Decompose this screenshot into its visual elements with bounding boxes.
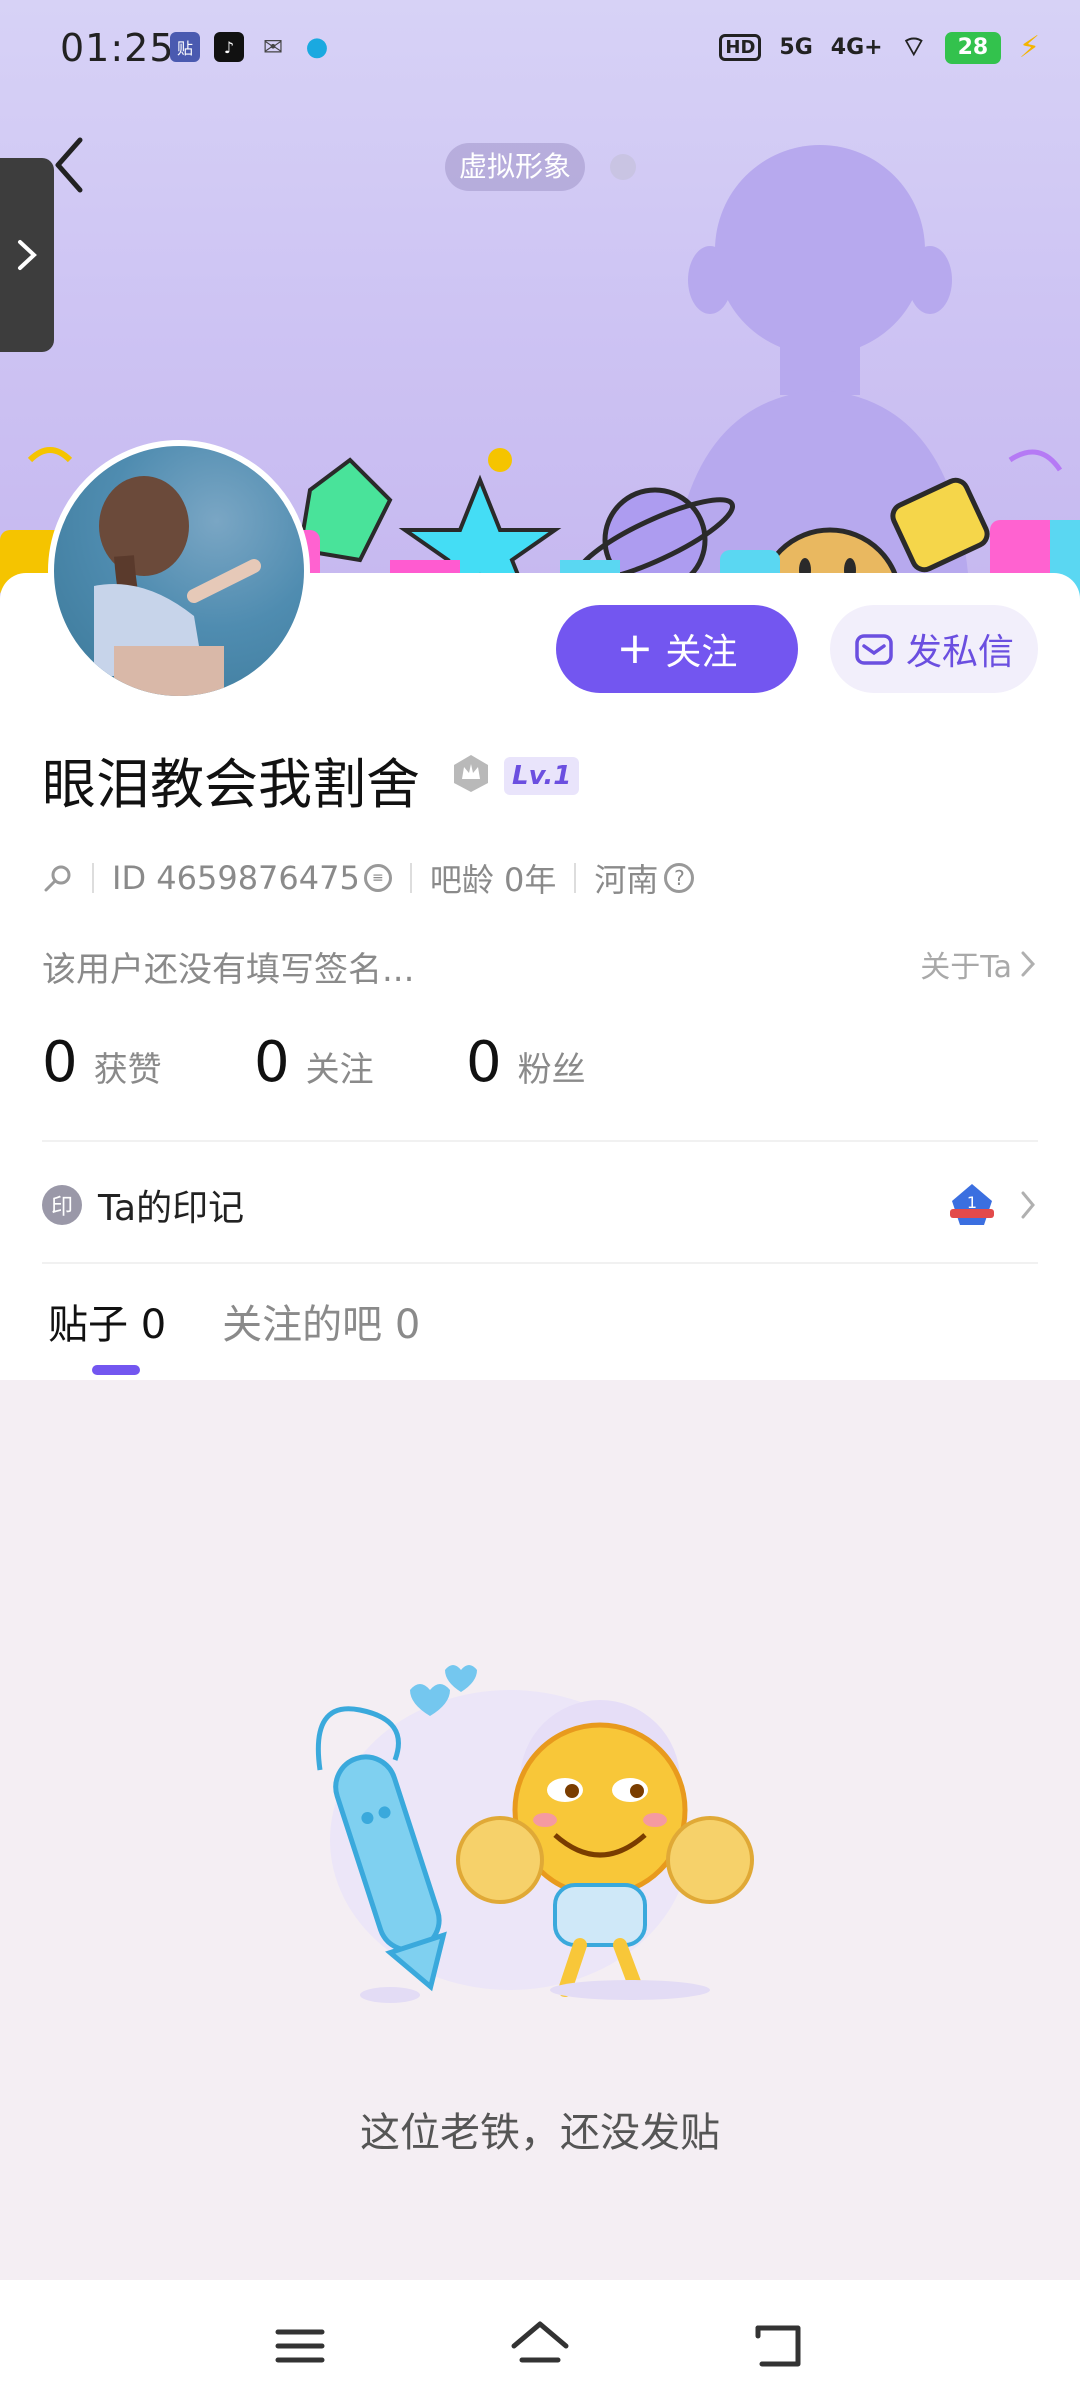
- seal-icon: 印: [42, 1185, 82, 1225]
- tab-followed-bars[interactable]: 关注的吧 0: [222, 1292, 420, 1350]
- qq-notification-icon: ●: [305, 32, 329, 62]
- signature: 该用户还没有填写签名...: [42, 950, 415, 990]
- signal-5g-icon: 5G: [779, 35, 813, 60]
- tab-posts[interactable]: 贴子 0: [48, 1292, 166, 1350]
- stat-fans[interactable]: 0 粉丝: [466, 1030, 678, 1095]
- empty-state-message: 这位老铁，还没发贴: [360, 2110, 720, 2156]
- back-arrow-icon[interactable]: [50, 135, 90, 195]
- level-badge: Lv.1: [504, 757, 580, 795]
- search-icon[interactable]: [42, 862, 74, 894]
- wechat-notification-icon: ✉: [262, 33, 284, 61]
- about-link[interactable]: 关于Ta: [920, 942, 1038, 986]
- empty-state-illustration: [315, 1665, 754, 2003]
- follow-button[interactable]: + 关注: [556, 605, 798, 693]
- home-icon[interactable]: [510, 2316, 570, 2376]
- profile-meta: ID 4659876475 ≡ 吧龄 0年 河南 ?: [42, 855, 695, 901]
- ta-mark-row[interactable]: 印 Ta的印记 1: [42, 1175, 1038, 1235]
- help-icon[interactable]: ?: [664, 863, 695, 893]
- tieba-notification-icon: 贴: [170, 32, 200, 62]
- menu-icon[interactable]: [270, 2316, 330, 2376]
- private-message-button[interactable]: 发私信: [830, 605, 1038, 693]
- system-nav-bar: [0, 2280, 1080, 2408]
- user-id: ID 4659876475: [112, 859, 360, 897]
- avatar[interactable]: [48, 440, 310, 702]
- stat-likes[interactable]: 0 获赞: [42, 1030, 254, 1095]
- status-time: 01:25: [60, 26, 175, 70]
- crown-badge-icon: [454, 755, 488, 792]
- chevron-right-icon: [18, 240, 37, 270]
- badge-medal-icon: 1: [950, 1184, 994, 1225]
- virtual-avatar-tag[interactable]: 虚拟形象: [445, 143, 586, 191]
- content-tabs: 贴子 0 关注的吧 0: [48, 1292, 420, 1350]
- tiktok-notification-icon: ♪: [214, 32, 244, 62]
- bar-age: 吧龄 0年: [429, 861, 557, 899]
- side-drawer-handle[interactable]: [0, 158, 54, 352]
- status-bar: 01:25 贴 ♪ ✉ ● HD 5G 4G+ ⌔ 28 ⚡: [0, 0, 1080, 100]
- divider: [42, 1140, 1038, 1142]
- svg-text:1: 1: [967, 1193, 977, 1212]
- active-tab-indicator: [92, 1365, 140, 1375]
- plus-icon: +: [616, 623, 654, 674]
- stats-row: 0 获赞 0 关注 0 粉丝: [42, 1030, 678, 1095]
- mail-icon: [855, 634, 893, 665]
- stat-following[interactable]: 0 关注: [254, 1030, 466, 1095]
- ta-mark-label: Ta的印记: [98, 1188, 245, 1229]
- charging-icon: ⚡: [1018, 30, 1040, 65]
- back-nav-icon[interactable]: [750, 2316, 810, 2376]
- chevron-right-icon: [1021, 1191, 1035, 1219]
- username: 眼泪教会我割舍: [42, 753, 420, 816]
- signal-4g-icon: 4G+: [830, 35, 883, 60]
- battery-icon: 28: [944, 31, 1001, 64]
- hd-icon: HD: [719, 34, 762, 61]
- wifi-icon: ⌔: [900, 30, 927, 63]
- avatar-photo: [94, 476, 261, 696]
- chevron-right-icon: [1021, 951, 1036, 977]
- virtual-avatar-dot: [610, 154, 636, 180]
- copy-id-icon[interactable]: ≡: [363, 864, 392, 892]
- location: 河南: [594, 861, 659, 899]
- divider: [42, 1262, 1038, 1264]
